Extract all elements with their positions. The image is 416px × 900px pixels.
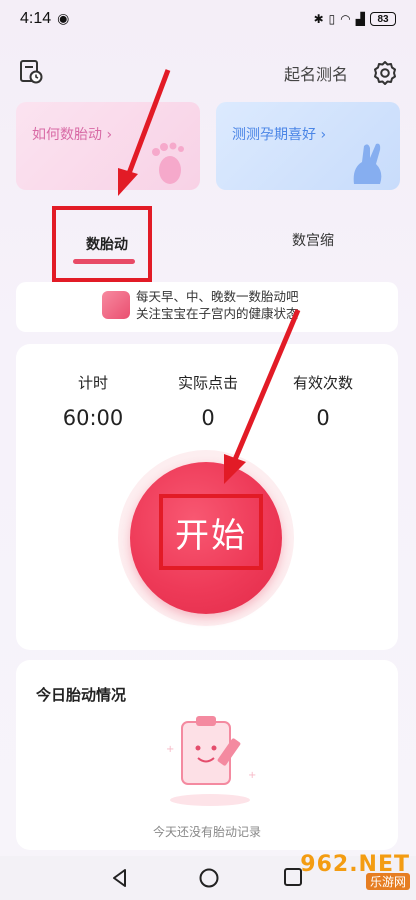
back-icon[interactable]: [110, 868, 130, 888]
tip-line-1: 每天早、中、晚数一数胎动吧: [136, 289, 299, 304]
tab-active-indicator: [73, 259, 135, 264]
pregnancy-test-card[interactable]: 测测孕期喜好 ›: [216, 102, 400, 190]
bluetooth-icon: ✱: [313, 12, 324, 26]
record-history-icon[interactable]: [18, 59, 44, 85]
eye-icon: ◉: [57, 11, 70, 27]
top-bar: 起名测名: [0, 55, 416, 91]
status-bar: 4:14 ◉ ✱ ▯ ◠ ▟ 83: [0, 0, 416, 38]
signal-icon: ▟: [355, 12, 365, 26]
watermark-sub: 乐游网: [365, 873, 410, 890]
status-icons: ✱ ▯ ◠ ▟ 83: [314, 12, 396, 26]
start-button-highlight[interactable]: 开始: [159, 494, 263, 570]
tab-contraction[interactable]: 数宫缩: [292, 230, 334, 250]
empty-record-text: 今天还没有胎动记录: [152, 825, 261, 839]
fetal-guide-card[interactable]: 如何数胎动 ›: [16, 102, 200, 190]
tip-line-2: 关注宝宝在子宫内的健康状态: [136, 306, 299, 321]
valid-count-value: 0: [316, 406, 330, 430]
chevron-right-icon: ›: [320, 127, 327, 143]
timer-label: 计时: [77, 374, 108, 392]
pregnancy-test-label: 测测孕期喜好: [232, 127, 316, 143]
today-summary-card: 今日胎动情况 + + 今天还没有胎动记录: [16, 660, 398, 850]
start-button-label: 开始: [175, 515, 247, 556]
tab-fetal-movement[interactable]: 数胎动: [52, 206, 152, 282]
counter-card: 计时 实际点击 有效次数 60:00 0 0 开始: [16, 344, 398, 650]
svg-text:+: +: [248, 770, 256, 781]
watermark-logo: 962.NET 乐游网: [290, 852, 410, 896]
baby-logo-icon: [102, 291, 130, 319]
gear-icon[interactable]: [371, 59, 399, 87]
svg-text:+: +: [166, 744, 174, 755]
name-test-link[interactable]: 起名测名: [284, 61, 348, 85]
footprint-icon: [152, 142, 184, 184]
tip-card: 每天早、中、晚数一数胎动吧 关注宝宝在子宫内的健康状态: [16, 282, 398, 332]
timer-value: 60:00: [62, 406, 124, 430]
today-title: 今日胎动情况: [36, 686, 127, 704]
clicks-label: 实际点击: [177, 374, 238, 392]
clicks-value: 0: [201, 406, 215, 430]
chevron-right-icon: ›: [106, 127, 113, 143]
valid-count-label: 有效次数: [292, 374, 353, 392]
vibrate-icon: ▯: [328, 12, 336, 26]
tip-text: 每天早、中、晚数一数胎动吧 关注宝宝在子宫内的健康状态: [136, 288, 299, 322]
bunny-icon: [353, 143, 382, 184]
tab-bar: 数胎动 数宫缩: [0, 206, 416, 282]
status-time: 4:14: [20, 10, 52, 27]
clipboard-illustration-icon: + +: [166, 716, 256, 806]
wifi-icon: ◠: [340, 12, 351, 26]
home-icon[interactable]: [198, 867, 220, 889]
fetal-guide-label: 如何数胎动: [32, 127, 102, 143]
battery-icon: 83: [370, 12, 396, 26]
tab-fetal-movement-label: 数胎动: [86, 237, 128, 253]
